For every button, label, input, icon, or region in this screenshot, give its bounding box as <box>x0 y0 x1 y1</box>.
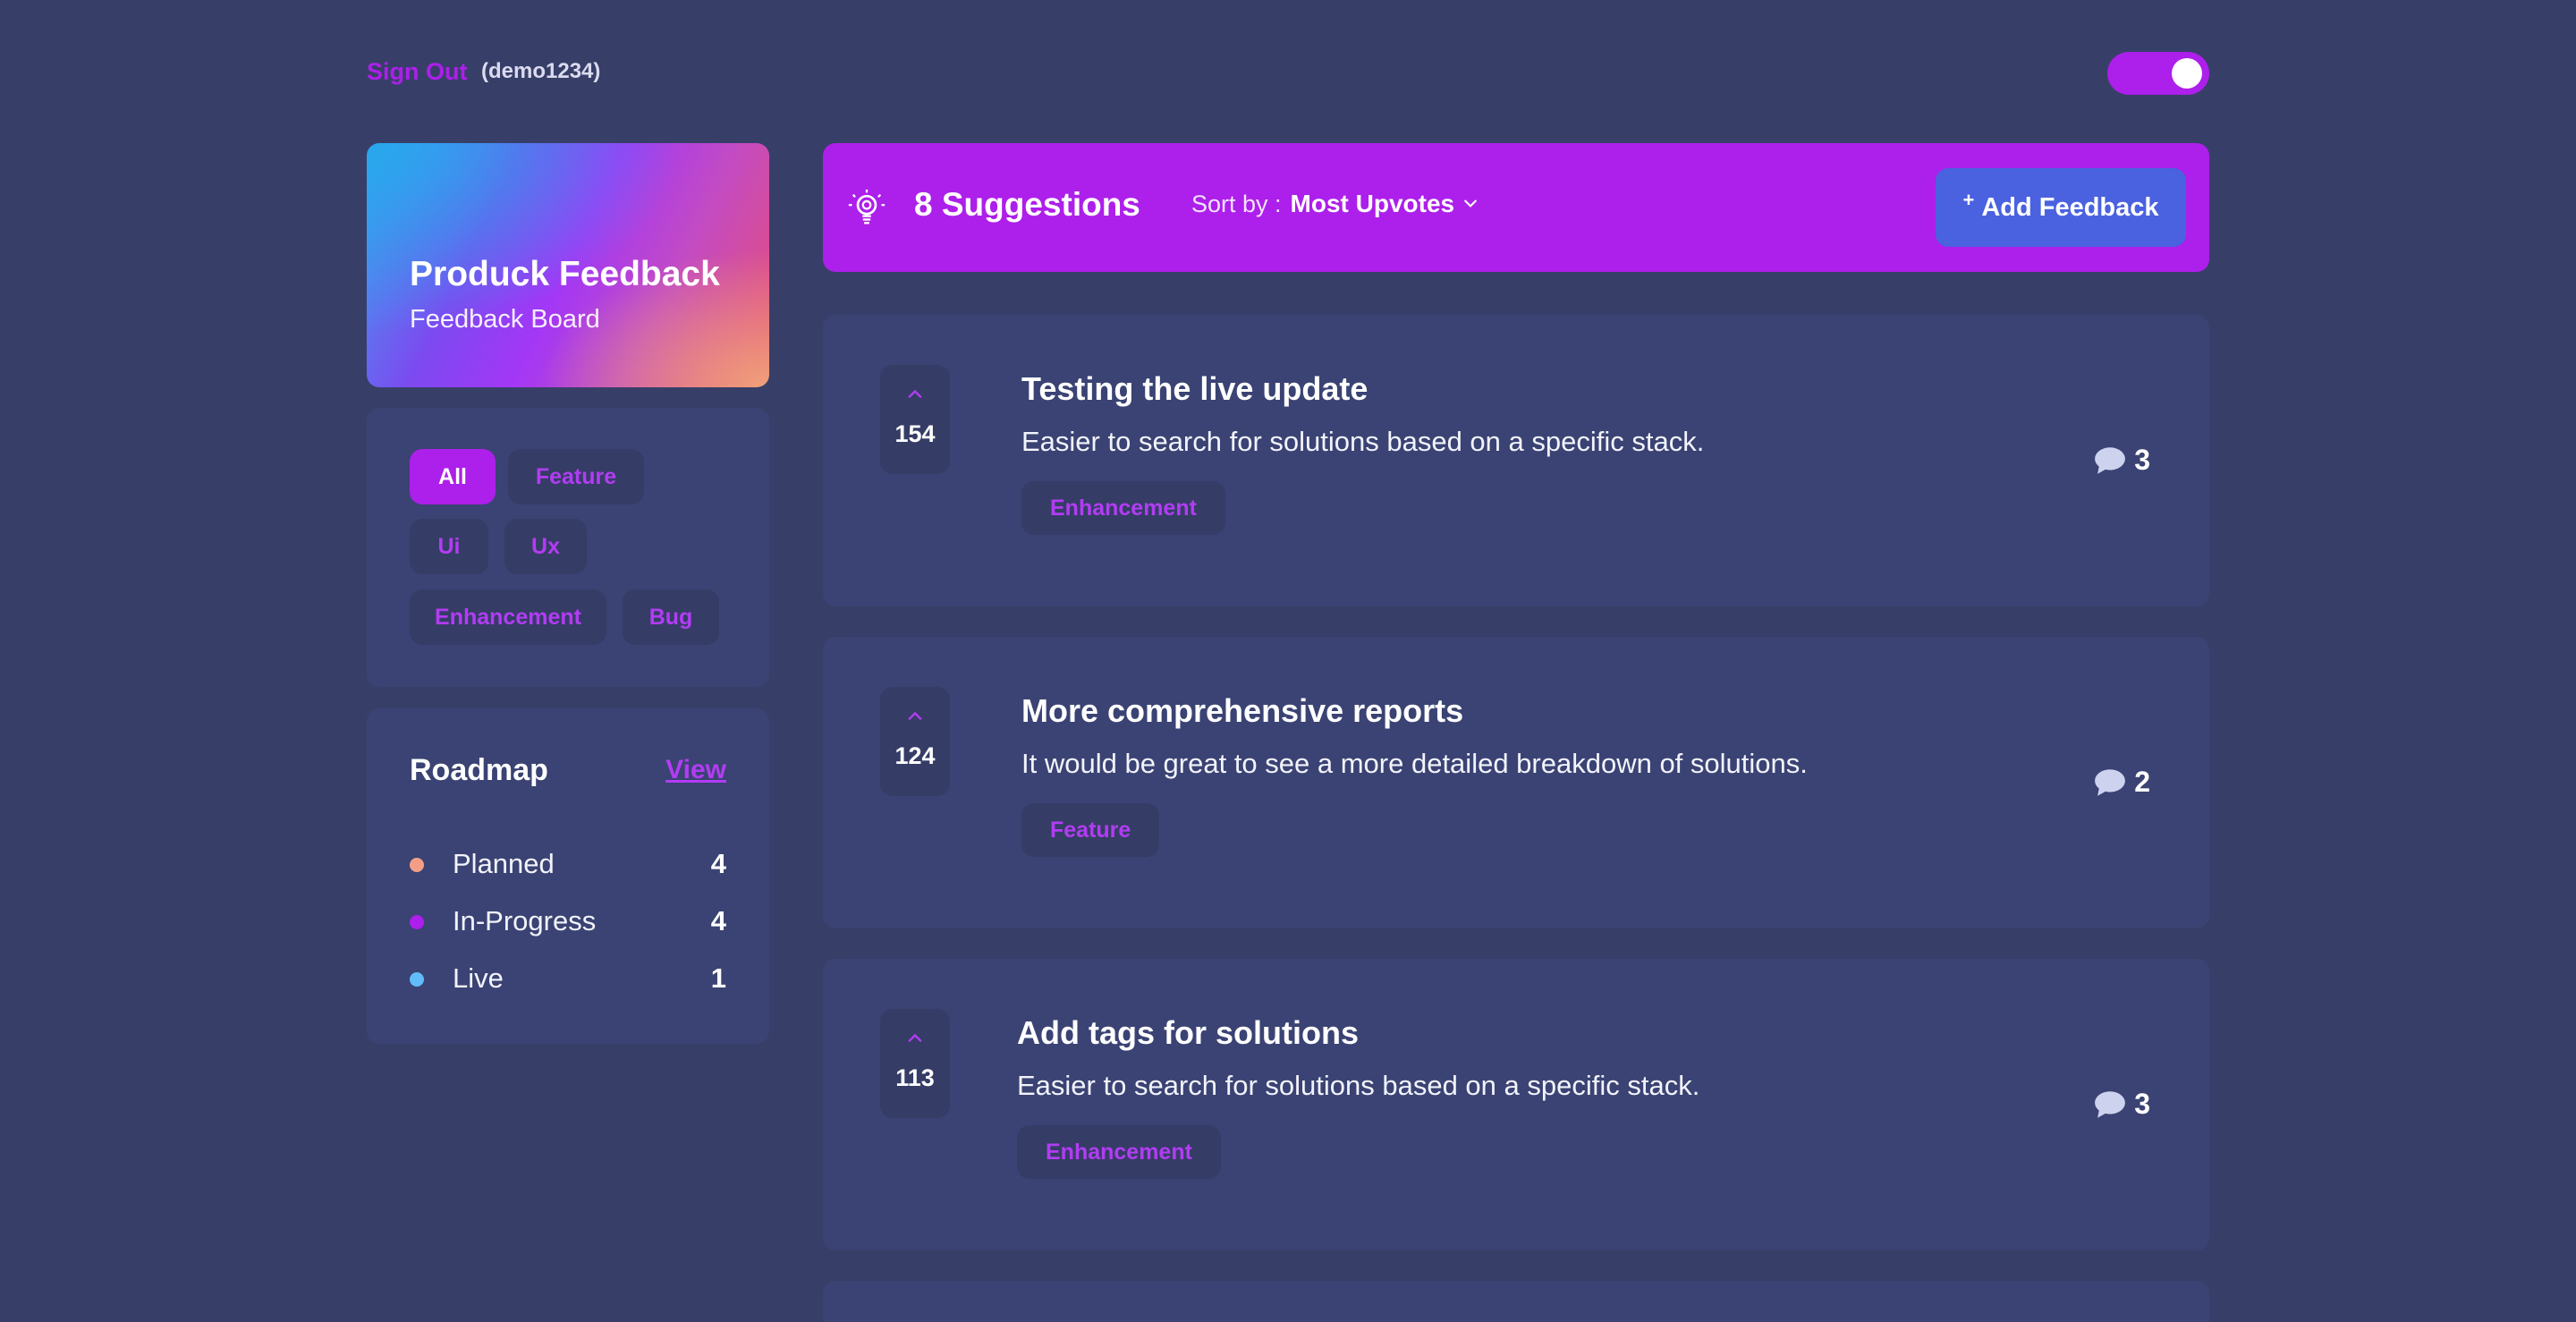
bulb-icon <box>848 189 886 225</box>
comment-bubble-icon <box>2095 1090 2126 1118</box>
chevron-up-icon <box>908 389 922 399</box>
filter-tag-all[interactable]: All <box>410 449 496 504</box>
suggestion-card[interactable]: 154 Testing the live update Easier to se… <box>823 315 2209 606</box>
suggestion-description: Easier to search for solutions based on … <box>1021 426 1705 457</box>
suggestion-card[interactable]: 124 More comprehensive reports It would … <box>823 637 2209 928</box>
sort-dropdown[interactable]: Sort by : Most Upvotes <box>1191 190 1478 218</box>
suggestion-title[interactable]: Add tags for solutions <box>1017 1014 1359 1052</box>
suggestion-title[interactable]: Testing the live update <box>1021 370 1368 408</box>
chevron-up-icon <box>908 711 922 721</box>
comment-count: 3 <box>2134 1088 2150 1120</box>
comment-bubble-icon <box>2095 768 2126 796</box>
suggestions-header: 8 Suggestions Sort by : Most Upvotes + A… <box>823 143 2209 272</box>
roadmap-item-label: In-Progress <box>453 905 597 936</box>
comment-count: 2 <box>2134 766 2150 798</box>
suggestion-title[interactable]: More comprehensive reports <box>1021 692 1463 730</box>
roadmap-item-count: 4 <box>710 905 726 936</box>
tag-filter-panel: All Feature Ui Ux Enhancement Bug <box>367 408 769 687</box>
brand-title: Produck Feedback <box>410 255 720 293</box>
planned-status-dot <box>410 858 424 872</box>
add-feedback-button[interactable]: + Add Feedback <box>1936 168 2186 247</box>
roadmap-view-link[interactable]: View <box>665 755 726 785</box>
chevron-down-icon <box>1463 199 1478 208</box>
top-bar: Sign Out (demo1234) <box>367 52 2209 95</box>
add-feedback-label: Add Feedback <box>1981 192 2159 222</box>
toggle-knob <box>2172 58 2202 89</box>
sign-out-link[interactable]: Sign Out <box>367 55 467 88</box>
suggestion-tag[interactable]: Feature <box>1021 803 1160 857</box>
filter-tag-enhancement[interactable]: Enhancement <box>410 589 606 645</box>
sort-label: Sort by : <box>1191 190 1282 217</box>
suggestion-description: Easier to search for solutions based on … <box>1017 1070 1700 1101</box>
suggestion-card-partial[interactable] <box>823 1281 2209 1322</box>
upvote-button[interactable]: 113 <box>880 1009 950 1118</box>
comments-link[interactable]: 3 <box>2093 444 2150 477</box>
roadmap-item-planned: Planned 4 <box>410 846 726 882</box>
filter-tag-bug[interactable]: Bug <box>623 589 719 645</box>
filter-tag-ux[interactable]: Ux <box>504 519 587 574</box>
suggestions-count: 8 Suggestions <box>914 186 1140 223</box>
comment-count: 3 <box>2134 444 2150 476</box>
suggestion-card[interactable]: 113 Add tags for solutions Easier to sea… <box>823 959 2209 1250</box>
roadmap-item-label: Planned <box>453 848 555 879</box>
in-progress-status-dot <box>410 915 424 929</box>
roadmap-item-count: 4 <box>710 848 726 879</box>
username-label: (demo1234) <box>481 59 601 83</box>
brand-card: Produck Feedback Feedback Board <box>367 143 769 387</box>
comments-link[interactable]: 2 <box>2093 766 2150 799</box>
roadmap-title: Roadmap <box>410 753 548 787</box>
roadmap-item-in-progress: In-Progress 4 <box>410 903 726 939</box>
comments-link[interactable]: 3 <box>2093 1088 2150 1121</box>
roadmap-panel: Roadmap View Planned 4 In-Progress 4 Liv… <box>367 708 769 1044</box>
upvote-button[interactable]: 124 <box>880 687 950 796</box>
upvote-count: 154 <box>894 420 936 447</box>
filter-tag-ui[interactable]: Ui <box>410 519 488 574</box>
suggestion-tag[interactable]: Enhancement <box>1021 481 1225 535</box>
sort-value: Most Upvotes <box>1290 190 1455 217</box>
filter-tag-feature[interactable]: Feature <box>508 449 644 504</box>
upvote-count: 124 <box>894 742 936 769</box>
live-status-dot <box>410 972 424 987</box>
roadmap-item-live: Live 1 <box>410 961 726 996</box>
upvote-button[interactable]: 154 <box>880 365 950 474</box>
suggestion-tag[interactable]: Enhancement <box>1017 1125 1221 1179</box>
roadmap-item-label: Live <box>453 962 504 994</box>
comment-bubble-icon <box>2095 446 2126 474</box>
brand-subtitle: Feedback Board <box>410 305 600 334</box>
plus-icon: + <box>1962 189 1975 211</box>
theme-toggle[interactable] <box>2107 52 2209 95</box>
upvote-count: 113 <box>895 1064 935 1091</box>
suggestion-description: It would be great to see a more detailed… <box>1021 748 1808 779</box>
roadmap-item-count: 1 <box>710 962 726 994</box>
chevron-up-icon <box>908 1033 922 1043</box>
